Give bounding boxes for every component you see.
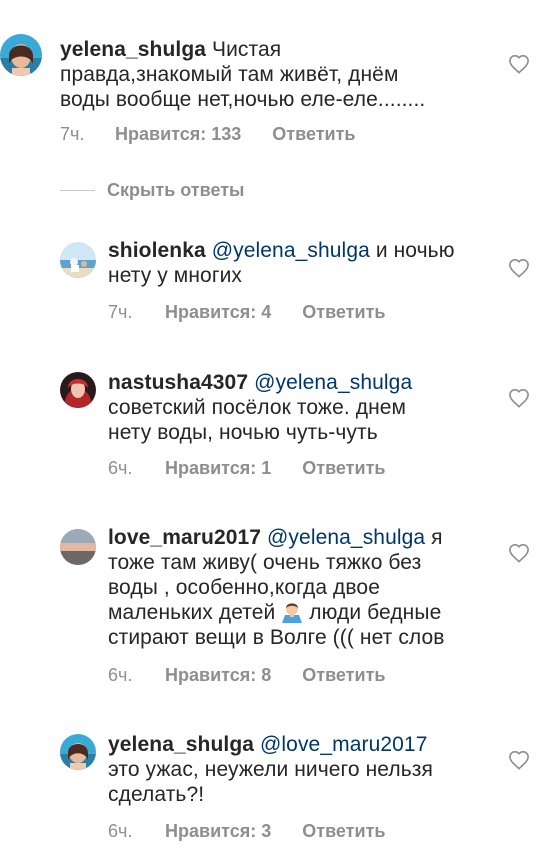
reply-button[interactable]: Ответить xyxy=(302,457,385,479)
comment-text-line: сделать?! xyxy=(108,783,205,806)
reply-button[interactable]: Ответить xyxy=(302,301,385,323)
avatar[interactable] xyxy=(60,734,96,770)
comment-time: 6ч. xyxy=(108,665,133,685)
avatar[interactable] xyxy=(60,529,96,565)
mention-link[interactable]: @love_maru2017 xyxy=(260,733,427,756)
comment-time: 7ч. xyxy=(60,124,85,144)
hide-replies-button[interactable]: Скрыть ответы xyxy=(60,180,244,202)
mention-link[interactable]: @yelena_shulga xyxy=(212,239,370,262)
comment-text-line: стирают вещи в Волге ((( нет слов xyxy=(108,626,445,649)
comment-text-line: это ужас, неужели ничего нельзя xyxy=(108,758,433,781)
comment-time: 6ч. xyxy=(108,458,133,478)
comment-text-line: правда,знакомый там живёт, днём xyxy=(60,63,399,86)
profile-photo-sunset-icon xyxy=(60,529,96,565)
hide-replies-label: Скрыть ответы xyxy=(107,180,245,200)
comment-time: 7ч. xyxy=(108,302,133,322)
comment-text-line: Чистая xyxy=(211,38,282,61)
like-heart-icon[interactable] xyxy=(508,54,530,74)
reply-button[interactable]: Ответить xyxy=(302,664,385,686)
reply-button[interactable]: Ответить xyxy=(302,820,385,842)
avatar[interactable] xyxy=(60,242,96,278)
mention-link[interactable]: @yelena_shulga xyxy=(267,526,425,549)
likes-count[interactable]: Нравится: 4 xyxy=(165,301,271,323)
like-heart-icon[interactable] xyxy=(508,750,530,770)
comment-text-line: и ночью xyxy=(375,239,455,262)
avatar[interactable] xyxy=(0,34,42,76)
comment-text-line: я xyxy=(431,526,443,549)
comment-time: 6ч. xyxy=(108,821,133,841)
comment-username[interactable]: yelena_shulga xyxy=(60,38,206,61)
comment-text-line: маленьких детей xyxy=(108,601,276,624)
profile-photo-beach-icon xyxy=(60,242,96,278)
comment-text-line: советский посёлок тоже. днем xyxy=(108,396,407,419)
comment-text-line: нету у многих xyxy=(108,264,243,287)
mention-link[interactable]: @yelena_shulga xyxy=(254,371,412,394)
profile-photo-woman-icon xyxy=(0,34,42,76)
like-heart-icon[interactable] xyxy=(508,258,530,278)
comment-username[interactable]: nastusha4307 xyxy=(108,371,248,394)
comment-text-line: воды вообще нет,ночью еле-еле........ xyxy=(60,88,426,111)
likes-count[interactable]: Нравится: 1 xyxy=(165,457,271,479)
comment-text-line: нету воды, ночью чуть-чуть xyxy=(108,421,378,444)
profile-photo-redhair-icon xyxy=(60,372,96,408)
comment-text-line: люди бедные xyxy=(309,601,442,624)
avatar[interactable] xyxy=(60,372,96,408)
comment-username[interactable]: love_maru2017 xyxy=(108,526,261,549)
profile-photo-woman-icon xyxy=(60,734,96,770)
like-heart-icon[interactable] xyxy=(508,543,530,563)
likes-count[interactable]: Нравится: 133 xyxy=(115,123,241,145)
comment-text-line: тоже там живу( очень тяжко без xyxy=(108,551,422,574)
comment-username[interactable]: yelena_shulga xyxy=(108,733,254,756)
comment-text-line: воды , особенно,когда двое xyxy=(108,576,380,599)
comment-username[interactable]: shiolenka xyxy=(108,239,206,262)
like-heart-icon[interactable] xyxy=(508,388,530,408)
likes-count[interactable]: Нравится: 8 xyxy=(165,664,271,686)
divider-line xyxy=(60,190,95,191)
reply-button[interactable]: Ответить xyxy=(272,123,355,145)
likes-count[interactable]: Нравится: 3 xyxy=(165,820,271,842)
man-shrugging-emoji-icon xyxy=(282,603,303,623)
